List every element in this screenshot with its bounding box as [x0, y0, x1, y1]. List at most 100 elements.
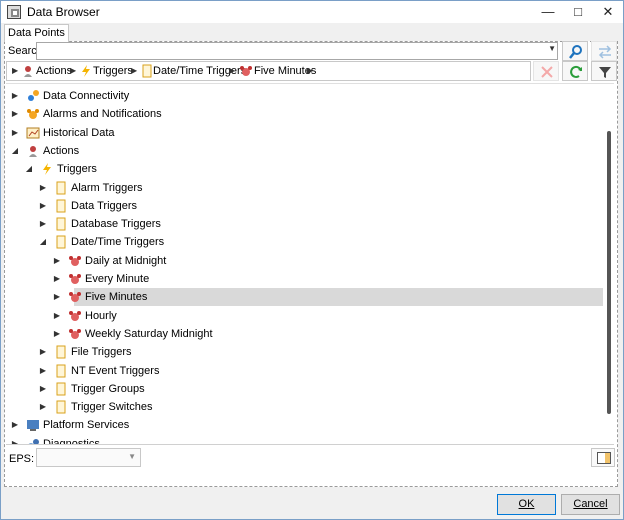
- data-points-tree[interactable]: ▶ Data Connectivity ▶ Alarms and Notificati…: [6, 83, 614, 445]
- tree-row[interactable]: ◢ Date/Time Triggers: [6, 233, 606, 251]
- breadcrumb-arrow[interactable]: ▶: [131, 66, 137, 75]
- tree-row[interactable]: ▶ Alarms and Notifications: [6, 105, 606, 123]
- breadcrumb: ▶ Actions ▶ Triggers ▶ Date/Time Trigger…: [6, 61, 531, 81]
- tree-row[interactable]: ▶ Historical Data: [6, 124, 606, 142]
- collapse-arrow-icon[interactable]: ◢: [24, 163, 34, 175]
- swap-button[interactable]: [591, 41, 617, 61]
- tree-item-label: Historical Data: [43, 127, 115, 139]
- tree-row[interactable]: ▶ Every Minute: [6, 270, 606, 288]
- toggle-panel-button[interactable]: [591, 448, 615, 467]
- expand-arrow-icon[interactable]: ▶: [10, 108, 20, 120]
- expand-arrow-icon[interactable]: ▶: [52, 310, 62, 322]
- collapse-arrow-icon[interactable]: ◢: [38, 236, 48, 248]
- folder-icon: [56, 364, 66, 378]
- eps-label: EPS:: [9, 453, 35, 465]
- expand-arrow-icon[interactable]: ▶: [52, 291, 62, 303]
- refresh-icon: [570, 65, 582, 78]
- alarm-clock-icon: [240, 66, 252, 76]
- panel-icon: [597, 452, 611, 464]
- expand-arrow-icon[interactable]: ▶: [52, 328, 62, 340]
- tree-row[interactable]: ▶ Platform Services: [6, 416, 606, 434]
- breadcrumb-item-triggers[interactable]: Triggers: [93, 65, 133, 77]
- alarm-clock-icon: [69, 329, 81, 339]
- folder-icon: [56, 235, 66, 249]
- ok-label: OK: [518, 498, 535, 510]
- breadcrumb-arrow[interactable]: ▶: [307, 66, 313, 75]
- clear-button[interactable]: [533, 61, 559, 81]
- refresh-button[interactable]: [562, 61, 588, 81]
- tree-row[interactable]: ▶ Five Minutes: [6, 288, 606, 306]
- tree-item-label: Actions: [43, 145, 80, 157]
- tree-row[interactable]: ▶ Hourly: [6, 307, 606, 325]
- tree-row[interactable]: ▶ Data Triggers: [6, 197, 606, 215]
- title-bar: Data Browser — □ ✕: [1, 1, 623, 23]
- tree-item-label: Five Minutes: [85, 291, 148, 303]
- minimize-button[interactable]: —: [533, 1, 563, 23]
- expand-arrow-icon[interactable]: ▶: [10, 90, 20, 102]
- breadcrumb-root-arrow[interactable]: ▶: [12, 66, 18, 75]
- expand-arrow-icon[interactable]: ▶: [38, 383, 48, 395]
- tree-scrollbar[interactable]: [607, 131, 611, 414]
- tree-row[interactable]: ▶ Diagnostics: [6, 435, 606, 444]
- tree-item-label: Platform Services: [43, 419, 130, 431]
- tree-row[interactable]: ▶ Alarm Triggers: [6, 179, 606, 197]
- tree-item-label: NT Event Triggers: [71, 365, 160, 377]
- expand-arrow-icon[interactable]: ▶: [52, 273, 62, 285]
- maximize-button[interactable]: □: [563, 1, 593, 23]
- expand-arrow-icon[interactable]: ▶: [38, 346, 48, 358]
- folder-icon: [142, 64, 152, 78]
- tree-item-label: Database Triggers: [71, 218, 161, 230]
- tree-item-label: Daily at Midnight: [85, 255, 167, 267]
- tree-row[interactable]: ◢ Actions: [6, 142, 606, 160]
- actions-icon: [29, 146, 37, 157]
- expand-arrow-icon[interactable]: ▶: [38, 182, 48, 194]
- alarm-clock-icon: [69, 274, 81, 284]
- collapse-arrow-icon[interactable]: ◢: [10, 145, 20, 157]
- folder-icon: [56, 382, 66, 396]
- tree-row[interactable]: ▶ Daily at Midnight: [6, 252, 606, 270]
- tree-item-label: Triggers: [57, 163, 97, 175]
- search-icon: [569, 45, 582, 59]
- expand-arrow-icon[interactable]: ▶: [38, 218, 48, 230]
- chevron-down-icon: ▼: [128, 452, 136, 461]
- expand-arrow-icon[interactable]: ▶: [38, 365, 48, 377]
- breadcrumb-arrow[interactable]: ▶: [229, 66, 235, 75]
- search-combobox[interactable]: ▼: [36, 42, 558, 60]
- tree-item-label: Date/Time Triggers: [71, 236, 165, 248]
- expand-arrow-icon[interactable]: ▶: [38, 401, 48, 413]
- data-connectivity-icon: [28, 90, 39, 101]
- lightning-icon: [43, 163, 51, 175]
- tree-row[interactable]: ▶ Trigger Switches: [6, 398, 606, 416]
- search-button[interactable]: [562, 41, 588, 61]
- chevron-down-icon[interactable]: ▼: [548, 44, 556, 53]
- tree-row[interactable]: ▶ Trigger Groups: [6, 380, 606, 398]
- tree-row[interactable]: ▶ Data Connectivity: [6, 87, 606, 105]
- tree-row[interactable]: ▶ Weekly Saturday Midnight: [6, 325, 606, 343]
- actions-icon: [24, 66, 32, 77]
- historical-data-icon: [26, 127, 40, 139]
- expand-arrow-icon[interactable]: ▶: [52, 255, 62, 267]
- expand-arrow-icon[interactable]: ▶: [10, 419, 20, 431]
- breadcrumb-item-actions[interactable]: Actions: [36, 65, 72, 77]
- expand-arrow-icon[interactable]: ▶: [10, 127, 20, 139]
- eps-dropdown[interactable]: ▼: [36, 448, 141, 467]
- search-input[interactable]: [37, 43, 542, 59]
- tree-row[interactable]: ▶ Database Triggers: [6, 215, 606, 233]
- tree-row[interactable]: ▶ File Triggers: [6, 343, 606, 361]
- tree-item-label: Alarm Triggers: [71, 182, 143, 194]
- alarm-clock-icon: [69, 256, 81, 266]
- close-button[interactable]: ✕: [593, 1, 623, 23]
- diagnostics-icon: [28, 439, 39, 444]
- tab-data-points[interactable]: Data Points: [4, 24, 69, 42]
- alarm-bell-icon: [27, 109, 39, 119]
- folder-icon: [56, 345, 66, 359]
- tree-row[interactable]: ◢ Triggers: [6, 160, 606, 178]
- ok-button[interactable]: OK: [497, 494, 556, 515]
- breadcrumb-arrow[interactable]: ▶: [70, 66, 76, 75]
- filter-button[interactable]: [591, 61, 617, 81]
- expand-arrow-icon[interactable]: ▶: [38, 200, 48, 212]
- tree-row[interactable]: ▶ NT Event Triggers: [6, 362, 606, 380]
- expand-arrow-icon[interactable]: ▶: [10, 438, 20, 444]
- cancel-button[interactable]: Cancel: [561, 494, 620, 515]
- window-title: Data Browser: [27, 5, 100, 19]
